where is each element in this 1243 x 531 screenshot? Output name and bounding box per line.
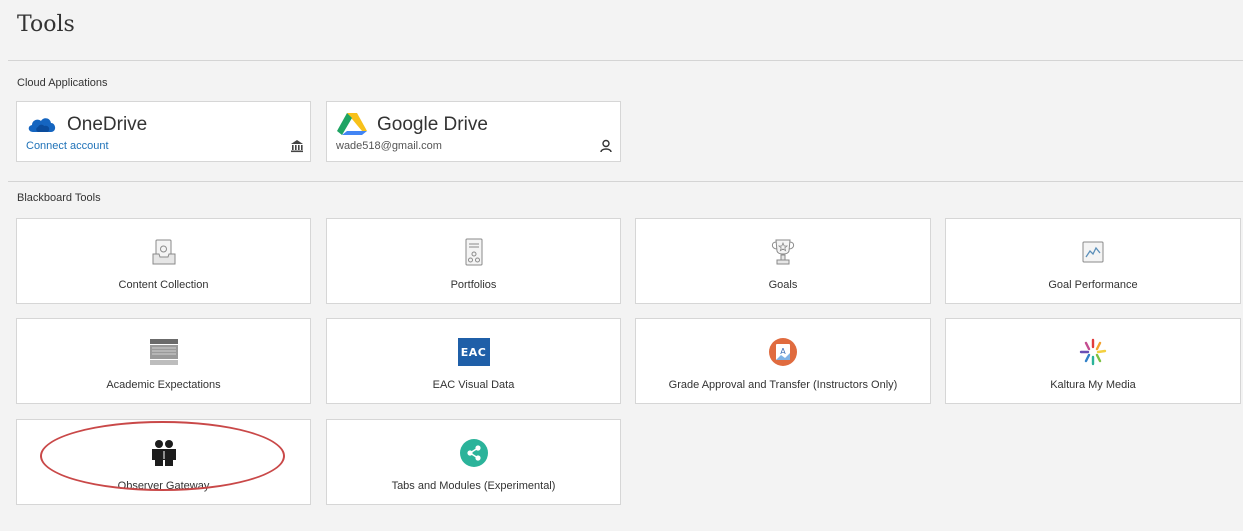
tool-card-academic-expectations[interactable]: Academic Expectations — [16, 318, 311, 404]
onedrive-name: OneDrive — [67, 114, 148, 135]
tool-label: Goals — [768, 279, 798, 291]
connect-account-link[interactable]: Connect account — [26, 140, 109, 152]
eac-logo-text: EAC — [457, 338, 490, 366]
tool-card-goals[interactable]: Goals — [635, 218, 931, 304]
onedrive-card[interactable]: OneDrive Connect account — [16, 101, 311, 162]
eac-logo-icon: EAC — [457, 337, 491, 367]
tool-card-tabs-and-modules[interactable]: Tabs and Modules (Experimental) — [326, 419, 621, 505]
blackboard-section-label: Blackboard Tools — [17, 192, 101, 204]
tool-card-portfolios[interactable]: Portfolios — [326, 218, 621, 304]
cloud-section-label: Cloud Applications — [17, 77, 108, 89]
onedrive-cloud-icon — [28, 118, 56, 132]
google-account-email: wade518@gmail.com — [336, 140, 442, 152]
portfolio-icon — [457, 237, 491, 267]
institution-icon — [291, 140, 303, 153]
kaltura-icon — [1076, 337, 1110, 367]
title-divider — [8, 60, 1243, 61]
google-drive-icon — [337, 113, 367, 135]
document-image-icon — [147, 337, 181, 367]
tool-label: Goal Performance — [1048, 279, 1138, 291]
folder-doc-icon — [147, 237, 181, 267]
trophy-icon — [766, 237, 800, 267]
tool-card-grade-approval[interactable]: A Grade Approval and Transfer (Instructo… — [635, 318, 931, 404]
chart-image-icon — [1076, 237, 1110, 267]
google-drive-name: Google Drive — [377, 114, 488, 135]
tool-label: Observer Gateway — [117, 480, 210, 492]
tool-card-content-collection[interactable]: Content Collection — [16, 218, 311, 304]
tool-label: Grade Approval and Transfer (Instructors… — [668, 379, 898, 391]
tool-label: Portfolios — [450, 279, 497, 291]
tool-label: Academic Expectations — [106, 379, 221, 391]
svg-text:A: A — [780, 347, 786, 356]
tool-card-kaltura-my-media[interactable]: Kaltura My Media — [945, 318, 1241, 404]
page-title: Tools — [17, 12, 75, 37]
grade-approval-icon: A — [766, 337, 800, 367]
cloud-divider — [8, 181, 1243, 182]
tool-label: Tabs and Modules (Experimental) — [391, 480, 556, 492]
people-icon — [147, 438, 181, 468]
google-drive-card[interactable]: Google Drive wade518@gmail.com — [326, 101, 621, 162]
user-icon — [600, 139, 612, 153]
tool-label: Kaltura My Media — [1050, 379, 1136, 391]
tool-card-eac-visual-data[interactable]: EAC EAC Visual Data — [326, 318, 621, 404]
tool-card-goal-performance[interactable]: Goal Performance — [945, 218, 1241, 304]
tool-card-observer-gateway[interactable]: Observer Gateway — [16, 419, 311, 505]
tool-label: EAC Visual Data — [432, 379, 515, 391]
tool-label: Content Collection — [118, 279, 209, 291]
share-network-icon — [457, 438, 491, 468]
